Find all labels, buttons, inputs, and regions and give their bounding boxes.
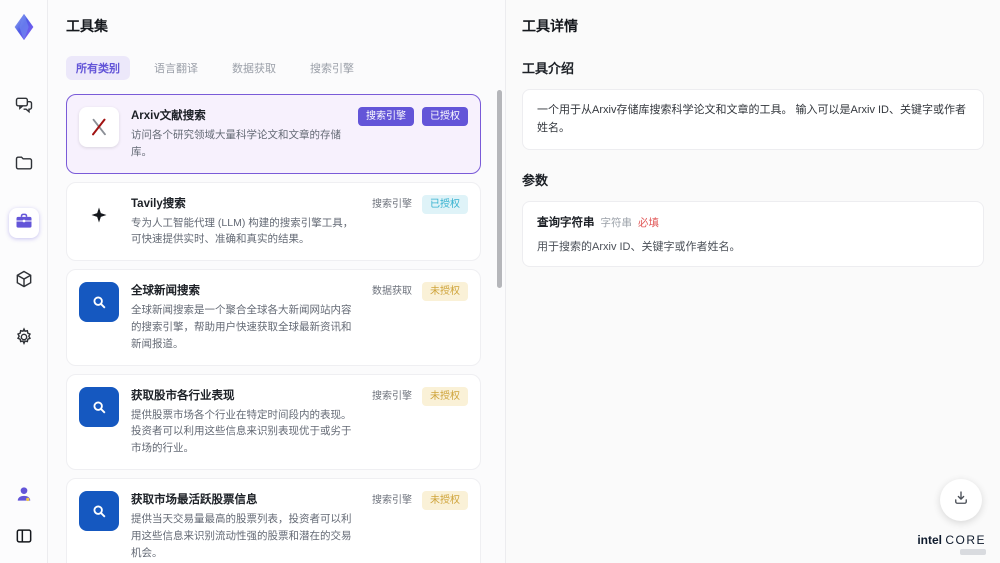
intel-brand-word: intel — [917, 533, 942, 547]
tool-description: 专为人工智能代理 (LLM) 构建的搜索引擎工具，可快速提供实时、准确和真实的结… — [131, 216, 354, 246]
chat-icon — [14, 95, 34, 120]
cube-icon — [14, 269, 34, 294]
tool-list-scrollbar[interactable] — [497, 90, 502, 288]
tab-data-fetch[interactable]: 数据获取 — [222, 56, 286, 80]
page-title: 工具集 — [66, 18, 108, 34]
category-badge: 搜索引擎 — [372, 390, 412, 402]
tab-search-engine[interactable]: 搜索引擎 — [300, 56, 364, 80]
param-name: 查询字符串 — [537, 217, 595, 230]
param-description: 用于搜索的Arxiv ID、关键字或作者姓名。 — [537, 241, 741, 254]
auth-status-badge: 已授权 — [422, 107, 468, 126]
sidebar-item-settings[interactable] — [9, 324, 39, 354]
auth-status-badge: 未授权 — [422, 386, 468, 406]
arxiv-icon — [79, 107, 119, 147]
user-icon — [14, 484, 34, 509]
sidebar-item-chat[interactable] — [9, 92, 39, 122]
intel-sub-mark — [960, 549, 986, 555]
category-tabs: 所有类别 语言翻译 数据获取 搜索引擎 — [66, 56, 481, 80]
param-type: 字符串 — [600, 217, 633, 230]
download-icon — [952, 489, 970, 512]
gear-icon — [14, 326, 34, 352]
detail-title: 工具详情 — [522, 18, 578, 34]
tab-all-categories[interactable]: 所有类别 — [66, 56, 130, 80]
download-button[interactable] — [940, 479, 982, 521]
panel-icon — [14, 526, 34, 551]
search-icon — [79, 386, 119, 427]
tool-name: Tavily搜索 — [131, 197, 186, 210]
category-badge: 搜索引擎 — [358, 107, 414, 126]
category-badge: 搜索引擎 — [372, 198, 412, 210]
auth-status-badge: 未授权 — [422, 490, 468, 510]
tab-translation[interactable]: 语言翻译 — [144, 56, 208, 80]
tool-list-panel: 工具集 所有类别 语言翻译 数据获取 搜索引擎 Arxiv文献搜索 访问各个研究… — [48, 0, 506, 563]
tool-card-tavily[interactable]: Tavily搜索 专为人工智能代理 (LLM) 构建的搜索引擎工具，可快速提供实… — [66, 181, 481, 262]
sidebar-item-collapse[interactable] — [9, 523, 39, 553]
tool-card-arxiv[interactable]: Arxiv文献搜索 访问各个研究领域大量科学论文和文章的存储库。 搜索引擎 已授… — [66, 94, 481, 174]
intro-text: 一个用于从Arxiv存储库搜索科学论文和文章的工具。 输入可以是Arxiv ID… — [537, 104, 966, 134]
sidebar-item-account[interactable] — [9, 481, 39, 511]
intro-box: 一个用于从Arxiv存储库搜索科学论文和文章的工具。 输入可以是Arxiv ID… — [522, 89, 984, 151]
sidebar-item-models[interactable] — [9, 266, 39, 296]
intel-core-word: CORE — [945, 533, 986, 547]
tool-name: Arxiv文献搜索 — [131, 110, 206, 122]
tool-card-sector-performance[interactable]: 获取股市各行业表现 提供股票市场各个行业在特定时间段内的表现。投资者可以利用这些… — [66, 373, 481, 470]
sidebar — [0, 0, 48, 563]
auth-status-badge: 未授权 — [422, 282, 468, 302]
search-icon — [79, 490, 119, 531]
search-icon — [79, 282, 119, 323]
tool-card-global-news[interactable]: 全球新闻搜索 全球新闻搜索是一个聚合全球各大新闻网站内容的搜索引擎，帮助用户快速… — [66, 269, 481, 366]
tool-name: 获取市场最活跃股票信息 — [131, 493, 258, 506]
tool-name: 全球新闻搜索 — [131, 285, 200, 298]
tool-description: 提供股票市场各个行业在特定时间段内的表现。投资者可以利用这些信息来识别表现优于或… — [131, 408, 352, 455]
tool-description: 提供当天交易量最高的股票列表，投资者可以利用这些信息来识别流动性强的股票和潜在的… — [131, 512, 352, 559]
tool-description: 访问各个研究领域大量科学论文和文章的存储库。 — [131, 129, 341, 158]
params-heading: 参数 — [522, 173, 549, 189]
tool-detail-panel: 工具详情 工具介绍 一个用于从Arxiv存储库搜索科学论文和文章的工具。 输入可… — [506, 0, 1000, 563]
tool-card-list: Arxiv文献搜索 访问各个研究领域大量科学论文和文章的存储库。 搜索引擎 已授… — [66, 94, 481, 563]
auth-status-badge: 已授权 — [422, 194, 468, 214]
sidebar-item-files[interactable] — [9, 150, 39, 180]
briefcase-icon — [14, 211, 34, 236]
category-badge: 搜索引擎 — [372, 494, 412, 506]
tool-name: 获取股市各行业表现 — [131, 389, 235, 402]
param-required-flag: 必填 — [638, 217, 659, 230]
sidebar-item-tools[interactable] — [8, 208, 39, 238]
star-icon — [79, 194, 119, 235]
param-box: 查询字符串 字符串 必填 用于搜索的Arxiv ID、关键字或作者姓名。 — [522, 201, 984, 268]
intro-heading: 工具介绍 — [522, 61, 575, 76]
tool-description: 全球新闻搜索是一个聚合全球各大新闻网站内容的搜索引擎，帮助用户快速获取全球最新资… — [131, 304, 352, 350]
app-logo-icon[interactable] — [7, 10, 41, 44]
folder-icon — [14, 153, 34, 178]
category-badge: 数据获取 — [372, 286, 412, 298]
tool-card-active-stocks[interactable]: 获取市场最活跃股票信息 提供当天交易量最高的股票列表，投资者可以利用这些信息来识… — [66, 477, 481, 563]
intel-core-logo: intel CORE — [917, 533, 986, 555]
